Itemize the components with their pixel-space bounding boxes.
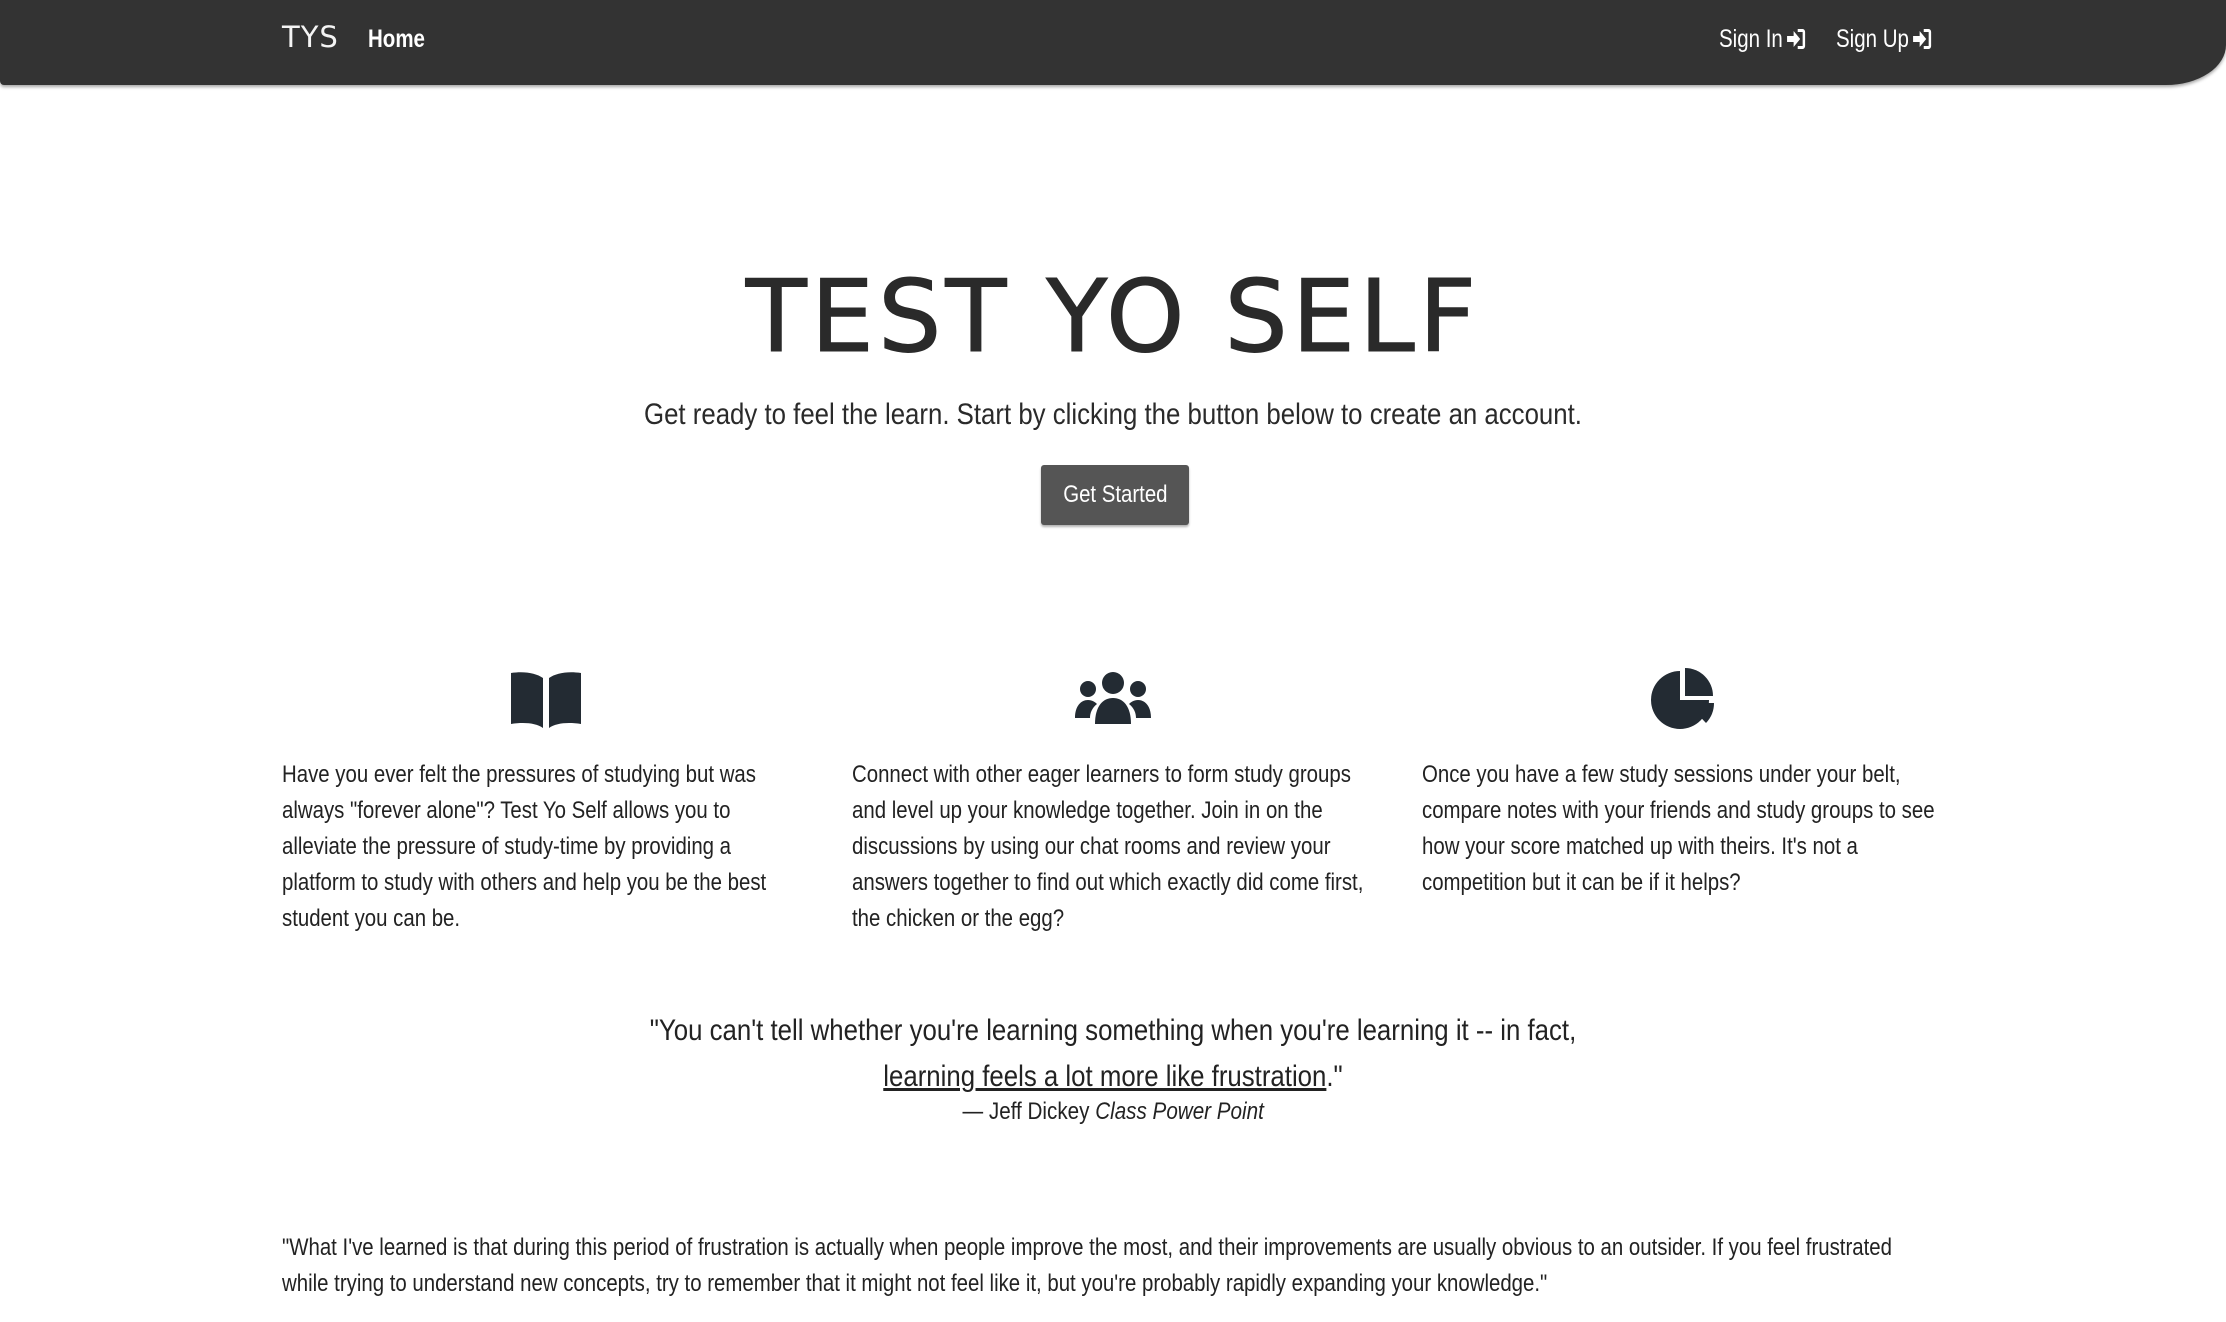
sign-in-link[interactable]: Sign In xyxy=(1719,25,1806,57)
feature-text-3: Once you have a few study sessions under… xyxy=(1422,761,1935,896)
quote-line-2-end: ." xyxy=(1326,1060,1343,1093)
featured-quote: "You can't tell whether you're learning … xyxy=(0,1008,2226,1100)
quote-citation: — Jeff Dickey Class Power Point xyxy=(0,1098,2226,1126)
quote-author: — Jeff Dickey xyxy=(962,1098,1090,1125)
bottom-paragraph: "What I've learned is that during this p… xyxy=(282,1234,1892,1297)
quote-source: Class Power Point xyxy=(1095,1098,1264,1125)
sign-up-label: Sign Up xyxy=(1836,25,1909,53)
users-group-icon xyxy=(1073,668,1153,730)
quote-line-1: "You can't tell whether you're learning … xyxy=(649,1014,1577,1047)
quote-emphasis: learning feels a lot more like frustrati… xyxy=(883,1060,1327,1093)
feature-text-2: Connect with other eager learners to for… xyxy=(852,761,1364,932)
sign-in-label: Sign In xyxy=(1719,25,1783,53)
book-open-icon xyxy=(506,668,586,730)
pie-chart-icon xyxy=(1644,668,1724,730)
sign-up-link[interactable]: Sign Up xyxy=(1836,25,1932,57)
sign-in-icon xyxy=(1786,28,1806,57)
navbar: TYS Home Sign In Sign Up xyxy=(0,0,2226,85)
feature-text-1: Have you ever felt the pressures of stud… xyxy=(282,761,767,932)
hero-subtitle: Get ready to feel the learn. Start by cl… xyxy=(644,398,1582,431)
sign-in-icon xyxy=(1912,28,1932,57)
brand-logo[interactable]: TYS xyxy=(282,20,339,54)
get-started-label: Get Started xyxy=(1062,481,1168,508)
get-started-button[interactable]: Get Started xyxy=(1041,465,1189,525)
hero-title: TEST YO SELF xyxy=(745,258,1481,375)
quote-line-2: learning feels a lot more like frustrati… xyxy=(156,1054,2070,1100)
nav-home-link[interactable]: Home xyxy=(368,25,425,54)
